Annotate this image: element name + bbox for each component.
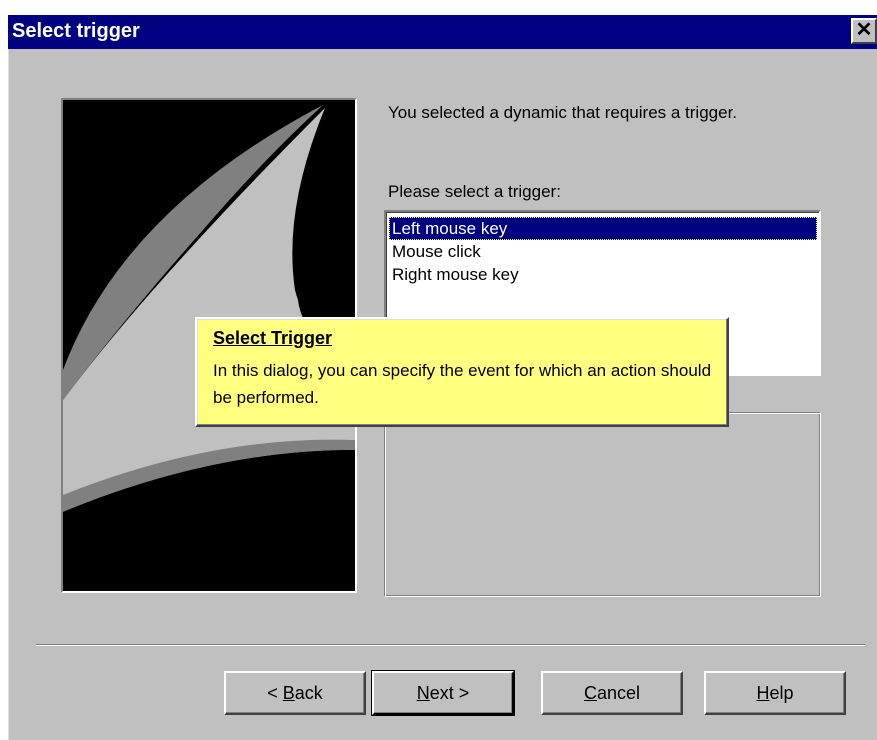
close-icon: ✕ — [855, 19, 873, 41]
next-button-mnemonic: N — [416, 683, 430, 703]
cancel-button-label: ancel — [596, 683, 641, 703]
close-button[interactable]: ✕ — [851, 18, 877, 44]
help-button-mnemonic: H — [756, 683, 770, 703]
list-item-mouse-click[interactable]: Mouse click — [389, 240, 817, 263]
intro-text: You selected a dynamic that requires a t… — [388, 103, 738, 122]
tooltip-body: In this dialog, you can specify the even… — [213, 361, 712, 407]
cancel-button-mnemonic: C — [583, 683, 597, 703]
tooltip-title: Select Trigger — [213, 328, 333, 348]
back-button-label: ack — [294, 683, 323, 703]
back-button-mnemonic: B — [282, 683, 295, 703]
trigger-label: Please select a trigger: — [388, 182, 561, 201]
window-title: Select trigger — [12, 20, 140, 42]
help-button[interactable]: Help — [704, 671, 846, 715]
list-item-right-mouse-key[interactable]: Right mouse key — [389, 263, 817, 286]
help-button-label: elp — [769, 683, 794, 703]
back-button[interactable]: < Back — [224, 671, 366, 715]
cancel-button[interactable]: Cancel — [541, 671, 683, 715]
help-tooltip[interactable]: Select Trigger In this dialog, you can s… — [195, 317, 729, 427]
next-button-label: ext > — [429, 683, 470, 703]
back-button-prefix: < — [267, 683, 283, 703]
next-button[interactable]: Next > — [371, 670, 515, 716]
button-separator — [36, 644, 865, 646]
list-item-left-mouse-key[interactable]: Left mouse key — [389, 217, 817, 240]
description-panel — [384, 412, 821, 597]
title-bar[interactable]: Select trigger ✕ — [8, 15, 877, 49]
